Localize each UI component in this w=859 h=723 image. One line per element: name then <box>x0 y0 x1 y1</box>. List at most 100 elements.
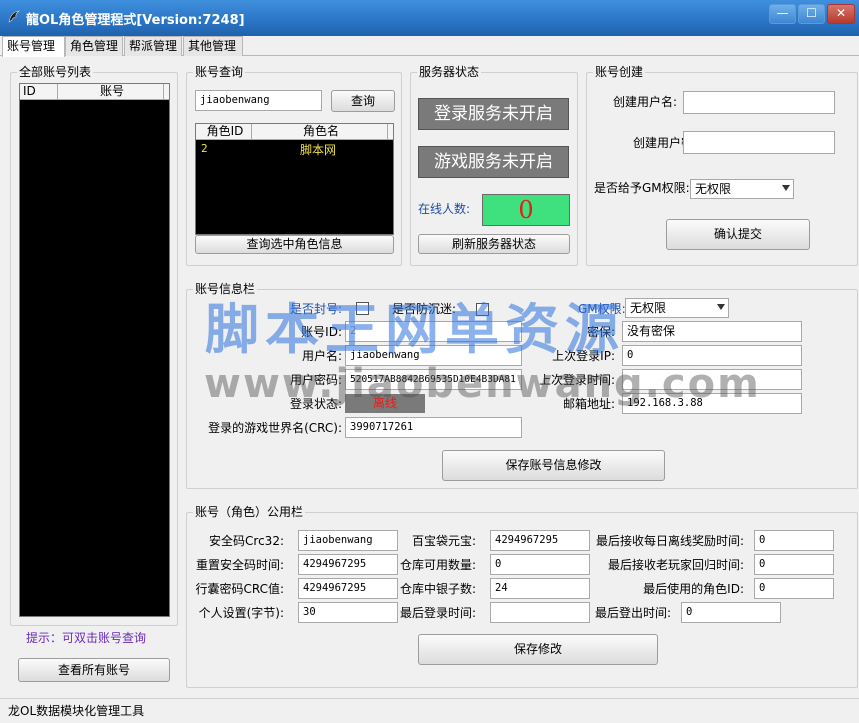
game-service-status: 游戏服务未开启 <box>418 146 569 178</box>
security-question-label: 密保: <box>586 325 615 339</box>
minimize-button[interactable]: — <box>769 4 796 24</box>
username-field[interactable]: jiaobenwang <box>345 345 522 366</box>
role-id-cell: 2 <box>201 142 208 155</box>
save-account-info-button[interactable]: 保存账号信息修改 <box>442 450 665 481</box>
personal-settings-field[interactable]: 30 <box>298 602 398 623</box>
last-login-ip-label: 上次登录IP: <box>552 349 615 363</box>
offline-reward-time-field[interactable]: 0 <box>754 530 834 551</box>
online-count-display: 0 <box>482 194 570 226</box>
gm-permission-select[interactable]: 无权限 <box>625 298 729 318</box>
last-logout-time-field[interactable]: 0 <box>681 602 781 623</box>
column-header-account[interactable]: 账号 <box>58 84 164 100</box>
dragon-icon <box>6 9 22 25</box>
bag-password-crc-field[interactable]: 4294967295 <box>298 578 398 599</box>
grant-gm-select[interactable]: 无权限 <box>690 179 794 199</box>
role-list-header: 角色ID 角色名 <box>196 124 393 140</box>
last-login-ip-field[interactable]: 0 <box>622 345 802 366</box>
last-login-time-field[interactable] <box>622 369 802 390</box>
veteran-return-time-field[interactable]: 0 <box>754 554 834 575</box>
column-header-role-name[interactable]: 角色名 <box>252 124 388 140</box>
yuanbao-field[interactable]: 4294967295 <box>490 530 590 551</box>
last-login-time-public-label: 最后登录时间: <box>399 606 476 620</box>
account-create-title: 账号创建 <box>593 65 646 79</box>
warehouse-count-label: 仓库可用数量: <box>399 558 476 572</box>
status-bar: 龙OL数据模块化管理工具 <box>0 698 859 723</box>
warehouse-silver-field[interactable]: 24 <box>490 578 590 599</box>
safe-code-field[interactable]: jiaobenwang <box>298 530 398 551</box>
last-role-id-label: 最后使用的角色ID: <box>643 582 744 596</box>
account-id-label: 账号ID: <box>301 325 342 339</box>
role-list[interactable]: 角色ID 角色名 2 脚本网 <box>195 123 394 235</box>
banned-checkbox[interactable] <box>356 302 369 315</box>
username-label: 用户名: <box>301 349 342 363</box>
veteran-return-time-label: 最后接收老玩家回归时间: <box>607 558 744 572</box>
server-status-title: 服务器状态 <box>417 65 482 79</box>
anti-addiction-label: 是否防沉迷: <box>392 302 457 316</box>
confirm-submit-button[interactable]: 确认提交 <box>666 219 810 250</box>
account-query-title: 账号查询 <box>193 65 246 79</box>
yuanbao-label: 百宝袋元宝: <box>411 534 476 548</box>
save-changes-button[interactable]: 保存修改 <box>418 634 658 665</box>
query-selected-role-button[interactable]: 查询选中角色信息 <box>195 235 394 254</box>
password-label: 用户密码: <box>289 373 342 387</box>
create-username-label: 创建用户名: <box>612 95 677 109</box>
account-list[interactable]: ID 账号 <box>19 83 170 617</box>
account-list-header: ID 账号 <box>20 84 169 100</box>
last-login-time-label: 上次登录时间: <box>538 373 615 387</box>
reset-safe-code-time-label: 重置安全码时间: <box>195 558 284 572</box>
warehouse-silver-label: 仓库中银子数: <box>399 582 476 596</box>
window-title: 龍OL角色管理程式[Version:7248] <box>26 13 245 28</box>
public-info-title: 账号（角色）公用栏 <box>193 505 306 519</box>
maximize-button[interactable]: ☐ <box>798 4 825 24</box>
personal-settings-label: 个人设置(字节): <box>198 606 284 620</box>
bag-password-crc-label: 行囊密码CRC值: <box>195 582 284 596</box>
last-login-time-public-field[interactable] <box>490 602 590 623</box>
tab-role-management[interactable]: 角色管理 <box>65 36 123 56</box>
close-button[interactable]: ✕ <box>827 4 855 24</box>
role-list-row[interactable]: 2 脚本网 <box>196 141 393 157</box>
safe-code-label: 安全码Crc32: <box>209 534 284 548</box>
account-create-group: 账号创建 创建用户名: 创建用户密码: 是否给予GM权限: 无权限 确认提交 <box>586 65 858 266</box>
grant-gm-value: 无权限 <box>695 182 732 196</box>
account-query-input[interactable]: jiaobenwang <box>195 90 322 111</box>
login-service-status: 登录服务未开启 <box>418 98 569 130</box>
column-header-role-id[interactable]: 角色ID <box>196 124 252 140</box>
create-username-input[interactable] <box>683 91 835 114</box>
chevron-down-icon <box>717 304 725 310</box>
login-status-value: 离线 <box>345 394 425 413</box>
game-world-label: 登录的游戏世界名(CRC): <box>208 421 342 435</box>
banned-label: 是否封号: <box>290 302 343 316</box>
account-list-group: 全部账号列表 ID 账号 <box>10 65 178 626</box>
email-field[interactable]: 192.168.3.88 <box>622 393 802 414</box>
role-name-cell: 脚本网 <box>300 143 337 157</box>
online-count-label: 在线人数: <box>418 202 471 216</box>
reset-safe-code-time-field[interactable]: 4294967295 <box>298 554 398 575</box>
anti-addiction-checkbox[interactable] <box>476 303 489 316</box>
tab-guild-management[interactable]: 帮派管理 <box>124 36 182 56</box>
chevron-down-icon <box>782 185 790 191</box>
grant-gm-label: 是否给予GM权限: <box>594 181 690 195</box>
query-button[interactable]: 查询 <box>331 90 395 112</box>
create-password-input[interactable] <box>683 131 835 154</box>
tab-bar: 账号管理 角色管理 帮派管理 其他管理 <box>0 36 859 57</box>
email-label: 邮箱地址: <box>562 397 615 411</box>
view-all-accounts-button[interactable]: 查看所有账号 <box>18 658 170 682</box>
column-header-id[interactable]: ID <box>20 84 58 100</box>
password-field[interactable]: 520517AB8842B69535D10E4B3DA81 <box>345 369 522 390</box>
last-role-id-field[interactable]: 0 <box>754 578 834 599</box>
tab-account-management[interactable]: 账号管理 <box>2 36 65 57</box>
account-query-group: 账号查询 jiaobenwang 查询 角色ID 角色名 2 脚本网 查询选中角… <box>186 65 402 266</box>
hint-text: 提示：可双击账号查询 <box>26 631 147 645</box>
status-bar-text: 龙OL数据模块化管理工具 <box>8 704 145 718</box>
login-status-label: 登录状态: <box>289 397 342 411</box>
gm-permission-label: GM权限: <box>578 302 626 316</box>
warehouse-count-field[interactable]: 0 <box>490 554 590 575</box>
offline-reward-time-label: 最后接收每日离线奖励时间: <box>595 534 744 548</box>
tab-other-management[interactable]: 其他管理 <box>183 36 243 56</box>
security-question-field[interactable]: 没有密保 <box>622 321 802 342</box>
server-status-group: 服务器状态 登录服务未开启 游戏服务未开启 在线人数: 0 刷新服务器状态 <box>410 65 578 266</box>
account-list-title: 全部账号列表 <box>17 65 94 79</box>
title-bar: 龍OL角色管理程式[Version:7248] — ☐ ✕ <box>0 0 859 36</box>
refresh-server-status-button[interactable]: 刷新服务器状态 <box>418 234 570 254</box>
game-world-field[interactable]: 3990717261 <box>345 417 522 438</box>
